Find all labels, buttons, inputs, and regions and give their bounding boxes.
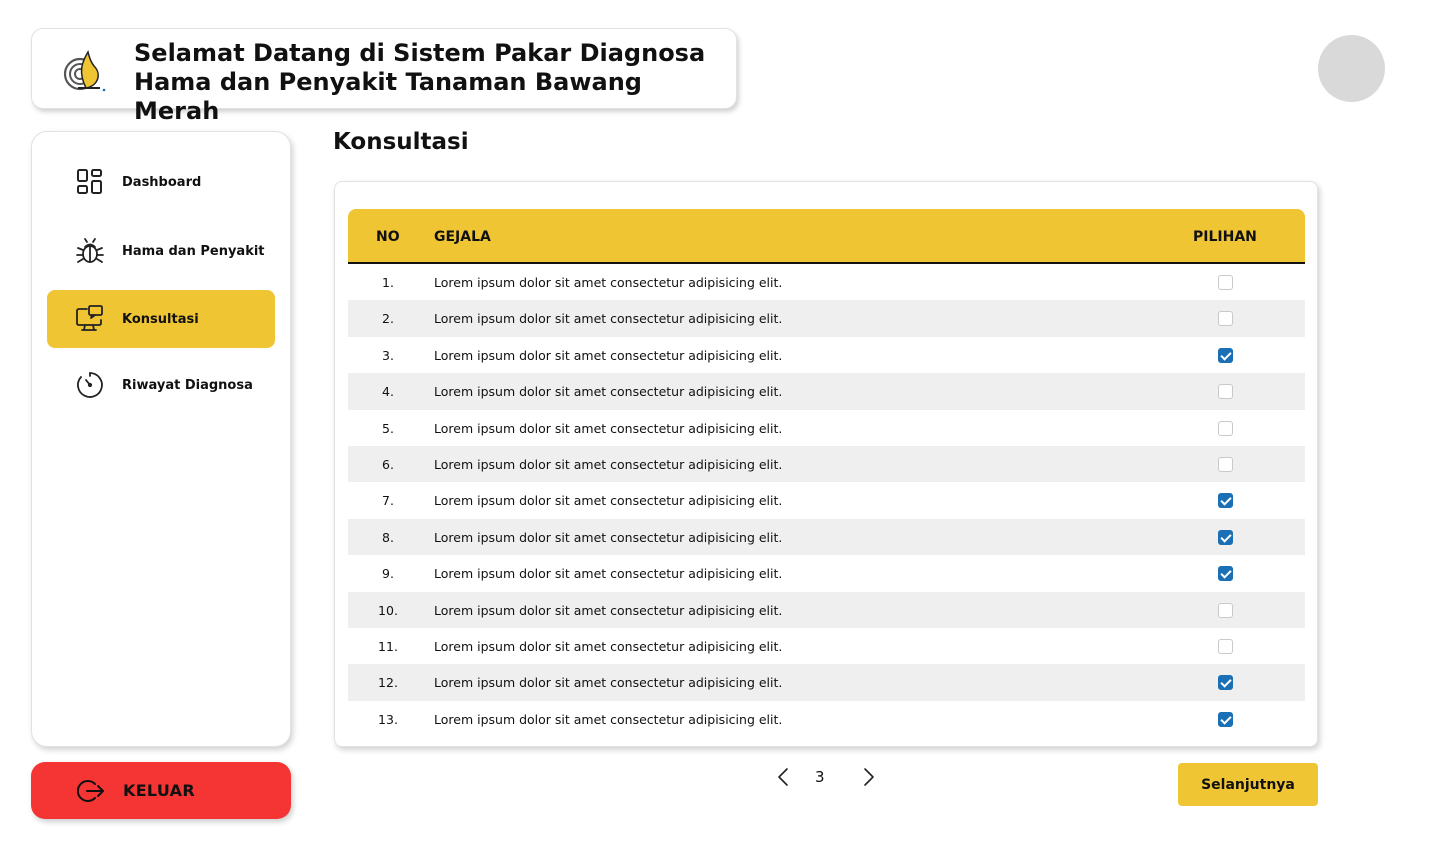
sidebar-item-dashboard[interactable]: Dashboard [47, 153, 275, 211]
app-title: Selamat Datang di Sistem Pakar Diagnosa … [134, 39, 706, 125]
row-number: 6. [382, 456, 394, 472]
row-symptom: Lorem ipsum dolor sit amet consectetur a… [434, 566, 783, 582]
table-row: 4. Lorem ipsum dolor sit amet consectetur… [348, 373, 1305, 410]
row-number: 11. [378, 638, 398, 654]
row-number: 2. [382, 311, 394, 327]
logout-icon [77, 780, 104, 802]
row-number: 1. [382, 275, 394, 290]
table-body: 1. Lorem ipsum dolor sit amet consectetur… [348, 264, 1305, 737]
row-number: 13. [378, 711, 398, 727]
row-symptom: Lorem ipsum dolor sit amet consectetur a… [434, 384, 783, 400]
table-row: 5. Lorem ipsum dolor sit amet consectetur… [348, 410, 1305, 446]
dashboard-grid-icon [75, 167, 105, 197]
table-row: 2. Lorem ipsum dolor sit amet consectetur… [348, 300, 1305, 337]
table-row: 6. Lorem ipsum dolor sit amet consectetur… [348, 445, 1305, 483]
row-number: 8. [382, 529, 394, 545]
table-row: 1. Lorem ipsum dolor sit amet consectetur… [348, 264, 1305, 300]
symptom-checkbox[interactable] [1218, 529, 1233, 545]
bug-icon [75, 236, 105, 266]
table-header: NO GEJALA PILIHAN [348, 209, 1305, 264]
next-page-button[interactable] [858, 764, 880, 792]
table-row: 13. Lorem ipsum dolor sit amet consectetu… [348, 701, 1305, 737]
row-symptom: Lorem ipsum dolor sit amet consectetur a… [434, 311, 783, 327]
symptom-checkbox[interactable] [1218, 420, 1233, 436]
symptom-checkbox[interactable] [1218, 602, 1233, 618]
table-row: 12. Lorem ipsum dolor sit amet consectetu… [348, 664, 1305, 701]
row-number: 3. [382, 347, 394, 363]
sidebar: Dashboard Hama dan Penyakit Konsultasi R… [31, 131, 291, 747]
symptom-checkbox[interactable] [1218, 384, 1233, 400]
row-symptom: Lorem ipsum dolor sit amet consectetur a… [434, 638, 783, 654]
row-number: 10. [378, 602, 398, 618]
sidebar-item-hama-penyakit[interactable]: Hama dan Penyakit [47, 222, 275, 280]
monitor-chat-icon [75, 304, 105, 334]
page-title: Konsultasi [333, 129, 469, 155]
symptom-checkbox[interactable] [1218, 638, 1233, 654]
table-row: 9. Lorem ipsum dolor sit amet consectetur… [348, 555, 1305, 591]
symptom-checkbox[interactable] [1218, 275, 1233, 290]
symptom-checkbox[interactable] [1218, 566, 1233, 582]
prev-page-button[interactable] [772, 764, 794, 792]
row-number: 9. [382, 566, 394, 582]
symptom-checkbox[interactable] [1218, 493, 1233, 509]
row-symptom: Lorem ipsum dolor sit amet consectetur a… [434, 420, 783, 436]
symptom-table-card: NO GEJALA PILIHAN 1. Lorem ipsum dolor si… [334, 181, 1318, 747]
sidebar-item-label: Dashboard [122, 174, 202, 190]
row-number: 7. [382, 493, 394, 509]
row-symptom: Lorem ipsum dolor sit amet consectetur a… [434, 529, 783, 545]
logout-button[interactable]: KELUAR [31, 762, 291, 819]
row-symptom: Lorem ipsum dolor sit amet consectetur a… [434, 602, 783, 618]
history-clock-icon [75, 370, 105, 400]
sidebar-item-label: Hama dan Penyakit [122, 243, 265, 259]
chevron-left-icon [778, 768, 788, 786]
row-symptom: Lorem ipsum dolor sit amet consectetur a… [434, 493, 783, 509]
table-row: 3. Lorem ipsum dolor sit amet consectetur… [348, 337, 1305, 373]
table-row: 7. Lorem ipsum dolor sit amet consectetur… [348, 482, 1305, 518]
symptom-checkbox[interactable] [1218, 311, 1233, 327]
sidebar-item-konsultasi[interactable]: Konsultasi [47, 290, 275, 348]
next-button[interactable]: Selanjutnya [1178, 763, 1318, 806]
symptom-checkbox[interactable] [1218, 711, 1233, 727]
row-symptom: Lorem ipsum dolor sit amet consectetur a… [434, 675, 783, 691]
logout-label: KELUAR [123, 781, 195, 800]
header-card: Selamat Datang di Sistem Pakar Diagnosa … [31, 28, 737, 125]
sidebar-item-label: Riwayat Diagnosa [122, 377, 253, 393]
row-symptom: Lorem ipsum dolor sit amet consectetur a… [434, 347, 783, 363]
table-row: 8. Lorem ipsum dolor sit amet consectetur… [348, 518, 1305, 556]
symptom-checkbox[interactable] [1218, 456, 1233, 472]
row-number: 4. [382, 384, 394, 400]
onion-logo-icon [63, 50, 106, 92]
column-header-gejala: GEJALA [434, 229, 491, 245]
row-symptom: Lorem ipsum dolor sit amet consectetur a… [434, 456, 783, 472]
row-number: 12. [378, 675, 398, 691]
avatar[interactable] [1318, 35, 1385, 102]
chevron-right-icon [864, 768, 874, 786]
column-header-pilihan: PILIHAN [1193, 229, 1257, 245]
row-symptom: Lorem ipsum dolor sit amet consectetur a… [434, 275, 783, 290]
table-row: 11. Lorem ipsum dolor sit amet consectetu… [348, 628, 1305, 664]
row-symptom: Lorem ipsum dolor sit amet consectetur a… [434, 711, 783, 727]
table-row: 10. Lorem ipsum dolor sit amet consectetu… [348, 591, 1305, 628]
sidebar-item-label: Konsultasi [122, 311, 199, 327]
row-number: 5. [382, 420, 394, 436]
current-page-number[interactable]: 3 [815, 768, 825, 786]
symptom-checkbox[interactable] [1218, 675, 1233, 691]
column-header-no: NO [376, 229, 400, 245]
sidebar-item-riwayat-diagnosa[interactable]: Riwayat Diagnosa [47, 356, 275, 414]
symptom-checkbox[interactable] [1218, 347, 1233, 363]
